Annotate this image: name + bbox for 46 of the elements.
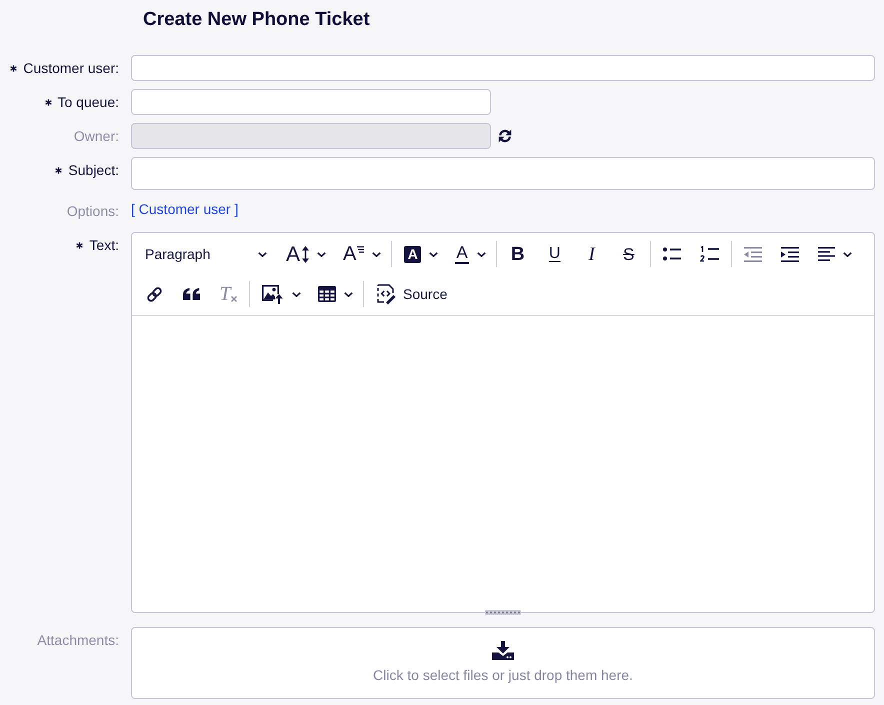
bulleted-list-icon (662, 247, 681, 261)
font-color-button[interactable]: A (447, 239, 492, 269)
input-field[interactable] (131, 157, 875, 190)
refresh-icon (498, 129, 512, 143)
arrow-into-tray-icon (492, 641, 514, 660)
source-button[interactable]: Source (368, 279, 456, 309)
cross-icon (230, 296, 237, 302)
field-label: Owner: (74, 128, 119, 144)
field-label: Text: (89, 237, 119, 253)
field-label: Attachments: (37, 632, 119, 648)
numbered-list-icon (700, 246, 719, 262)
caret-icon (476, 252, 486, 256)
underline-button[interactable]: U (538, 239, 572, 269)
highlight-button[interactable]: A (396, 239, 444, 269)
bold-button[interactable]: B (500, 239, 535, 269)
caret-icon (317, 252, 326, 256)
indent-icon (780, 246, 799, 262)
caret-icon (372, 252, 382, 256)
field-label: Subject: (68, 162, 119, 178)
heading-dropdown[interactable]: Paragraph (137, 239, 275, 269)
link-icon (146, 286, 162, 302)
caret-icon (429, 252, 438, 256)
align-left-icon (818, 247, 835, 261)
italic-button[interactable]: I (574, 239, 609, 269)
source-code-icon (376, 284, 397, 304)
input-field[interactable] (131, 89, 491, 115)
quote-icon (182, 288, 200, 300)
caret-icon (842, 252, 852, 256)
caret-icon (344, 292, 353, 296)
caret-icon (258, 252, 267, 256)
table-icon (318, 286, 336, 302)
drop-hint: Click to select files or just drop them here. (373, 667, 633, 683)
page-title: Create New Phone Ticket (143, 9, 370, 31)
lines-icon (357, 246, 364, 253)
field-label: Customer user: (23, 60, 119, 76)
font-size-button[interactable]: A (278, 239, 332, 269)
resize-handle[interactable] (485, 610, 521, 615)
customer-user-link[interactable]: [ Customer user ] (131, 201, 238, 217)
outdent-icon (744, 246, 762, 262)
input-field[interactable] (131, 55, 875, 81)
strikethrough-button[interactable]: S (612, 239, 646, 269)
field-label: Options: (66, 203, 119, 219)
field-label: To queue: (58, 94, 119, 110)
caret-icon (292, 292, 301, 296)
image-upload-icon (262, 284, 284, 304)
font-family-button[interactable]: A (335, 239, 388, 269)
